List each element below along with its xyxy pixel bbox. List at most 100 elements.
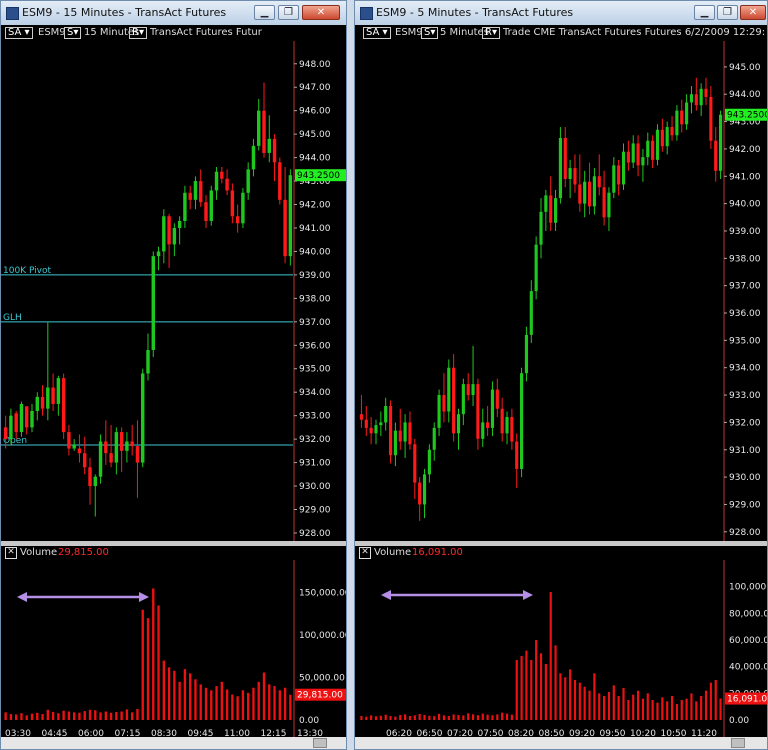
s-dropdown[interactable]: S▾: [421, 27, 439, 39]
volume-bar: [41, 714, 44, 720]
volume-bar: [423, 714, 426, 720]
volume-bar: [675, 704, 678, 720]
volume-bar: [583, 686, 586, 720]
volume-bar: [486, 714, 489, 720]
candle-body: [437, 395, 441, 428]
right-toolbar: SA ▾ ESM9 S▾ 5 Minutes R▾ Trade CME Tran…: [355, 25, 767, 41]
volume-bar: [452, 714, 455, 720]
r-dropdown[interactable]: R▾: [482, 27, 500, 39]
volume-bar: [501, 712, 504, 720]
candle-body: [288, 175, 293, 257]
close-pane-icon[interactable]: ✕: [359, 547, 371, 559]
candle-body: [456, 414, 461, 434]
candle-body: [524, 334, 529, 374]
scroll-thumb[interactable]: [313, 738, 327, 748]
level-label: 100K Pivot: [3, 266, 52, 276]
price-tick-label: 937.00: [299, 318, 331, 328]
candle-body: [3, 427, 8, 440]
price-tick-label: 945.00: [299, 130, 331, 140]
price-tick-label: 933.00: [299, 412, 331, 422]
volume-bar: [661, 697, 664, 720]
right-volume-header: ✕ Volume 16,091.00: [355, 546, 767, 560]
candle-body: [172, 227, 177, 245]
volume-bar: [598, 693, 601, 720]
right-scrollbar[interactable]: [355, 737, 767, 749]
minimize-button[interactable]: ▁: [694, 5, 715, 20]
candle-body: [461, 384, 465, 415]
candle-body: [67, 432, 71, 449]
volume-bar: [627, 700, 630, 720]
price-tick-label: 939.00: [729, 227, 761, 237]
candle-body: [529, 291, 533, 335]
volume-bar: [231, 694, 234, 720]
volume-bar: [115, 711, 118, 720]
candle-body: [204, 202, 208, 221]
right-titlebar[interactable]: ESM9 - 5 Minutes - TransAct Futures ▁ ❐ …: [355, 1, 767, 26]
volume-bar: [278, 690, 282, 720]
candle-body: [408, 422, 412, 445]
volume-bar: [462, 715, 465, 720]
minimize-button[interactable]: ▁: [254, 5, 275, 20]
volume-bar: [569, 669, 572, 720]
candle-body: [651, 140, 655, 160]
price-tick-label: 932.00: [729, 418, 761, 428]
volume-bar: [188, 673, 192, 720]
close-button[interactable]: ✕: [740, 5, 766, 20]
close-button[interactable]: ✕: [302, 5, 340, 20]
scroll-thumb[interactable]: [731, 738, 745, 748]
volume-bar: [78, 712, 81, 720]
volume-bar: [467, 713, 470, 720]
volume-bar: [57, 713, 60, 720]
volume-bar: [437, 713, 441, 720]
candle-body: [193, 181, 198, 200]
candle-body: [141, 373, 145, 463]
candle-body: [125, 441, 129, 451]
candle-body: [592, 176, 596, 207]
volume-bar: [4, 712, 7, 720]
candle-body: [694, 94, 698, 106]
candle-body: [272, 138, 277, 163]
left-titlebar[interactable]: ESM9 - 15 Minutes - TransAct Futures ▁ ❐…: [1, 1, 346, 26]
candle-body: [607, 192, 611, 218]
candle-body: [432, 427, 436, 450]
arrow-head-right: [139, 592, 149, 602]
volume-bar: [99, 712, 102, 720]
price-tick-label: 931.00: [729, 446, 761, 456]
volume-tick-label: 100,000.00: [299, 631, 347, 641]
volume-bar: [622, 688, 625, 720]
price-tick-label: 942.00: [729, 145, 761, 155]
candle-body: [135, 446, 140, 463]
left-scrollbar[interactable]: [1, 737, 346, 749]
restore-button[interactable]: ❐: [278, 5, 299, 20]
volume-bar: [641, 698, 645, 720]
candle-body: [422, 474, 427, 505]
candle-body: [177, 220, 182, 228]
volume-bar: [262, 672, 266, 720]
arrow-head-left: [17, 592, 27, 602]
price-tick-label: 938.00: [299, 294, 331, 304]
candle-body: [403, 422, 407, 442]
volume-bar: [379, 715, 382, 720]
right-volume-chart: 100,000.0080,000.0060,000.0040,000.0020,…: [360, 560, 767, 738]
volume-bar: [384, 714, 387, 720]
price-tick-label: 936.00: [299, 341, 331, 351]
sa-dropdown[interactable]: SA ▾: [363, 27, 391, 39]
volume-bar: [36, 712, 39, 720]
candle-body: [398, 430, 402, 442]
sa-dropdown[interactable]: SA ▾: [5, 27, 33, 39]
volume-bar: [491, 715, 494, 720]
candle-body: [156, 251, 161, 257]
close-pane-icon[interactable]: ✕: [5, 547, 17, 559]
r-dropdown[interactable]: R▾: [129, 27, 147, 39]
restore-button[interactable]: ❐: [717, 5, 738, 20]
candle-body: [98, 441, 103, 477]
s-dropdown[interactable]: S▾: [64, 27, 82, 39]
volume-bar: [67, 711, 71, 720]
volume-bar: [481, 713, 484, 720]
candle-body: [452, 367, 456, 434]
price-tick-label: 928.00: [299, 529, 331, 539]
volume-bar: [433, 716, 436, 720]
candle-body: [689, 94, 694, 103]
candle-body: [72, 444, 76, 449]
price-tick-label: 937.00: [729, 282, 761, 292]
